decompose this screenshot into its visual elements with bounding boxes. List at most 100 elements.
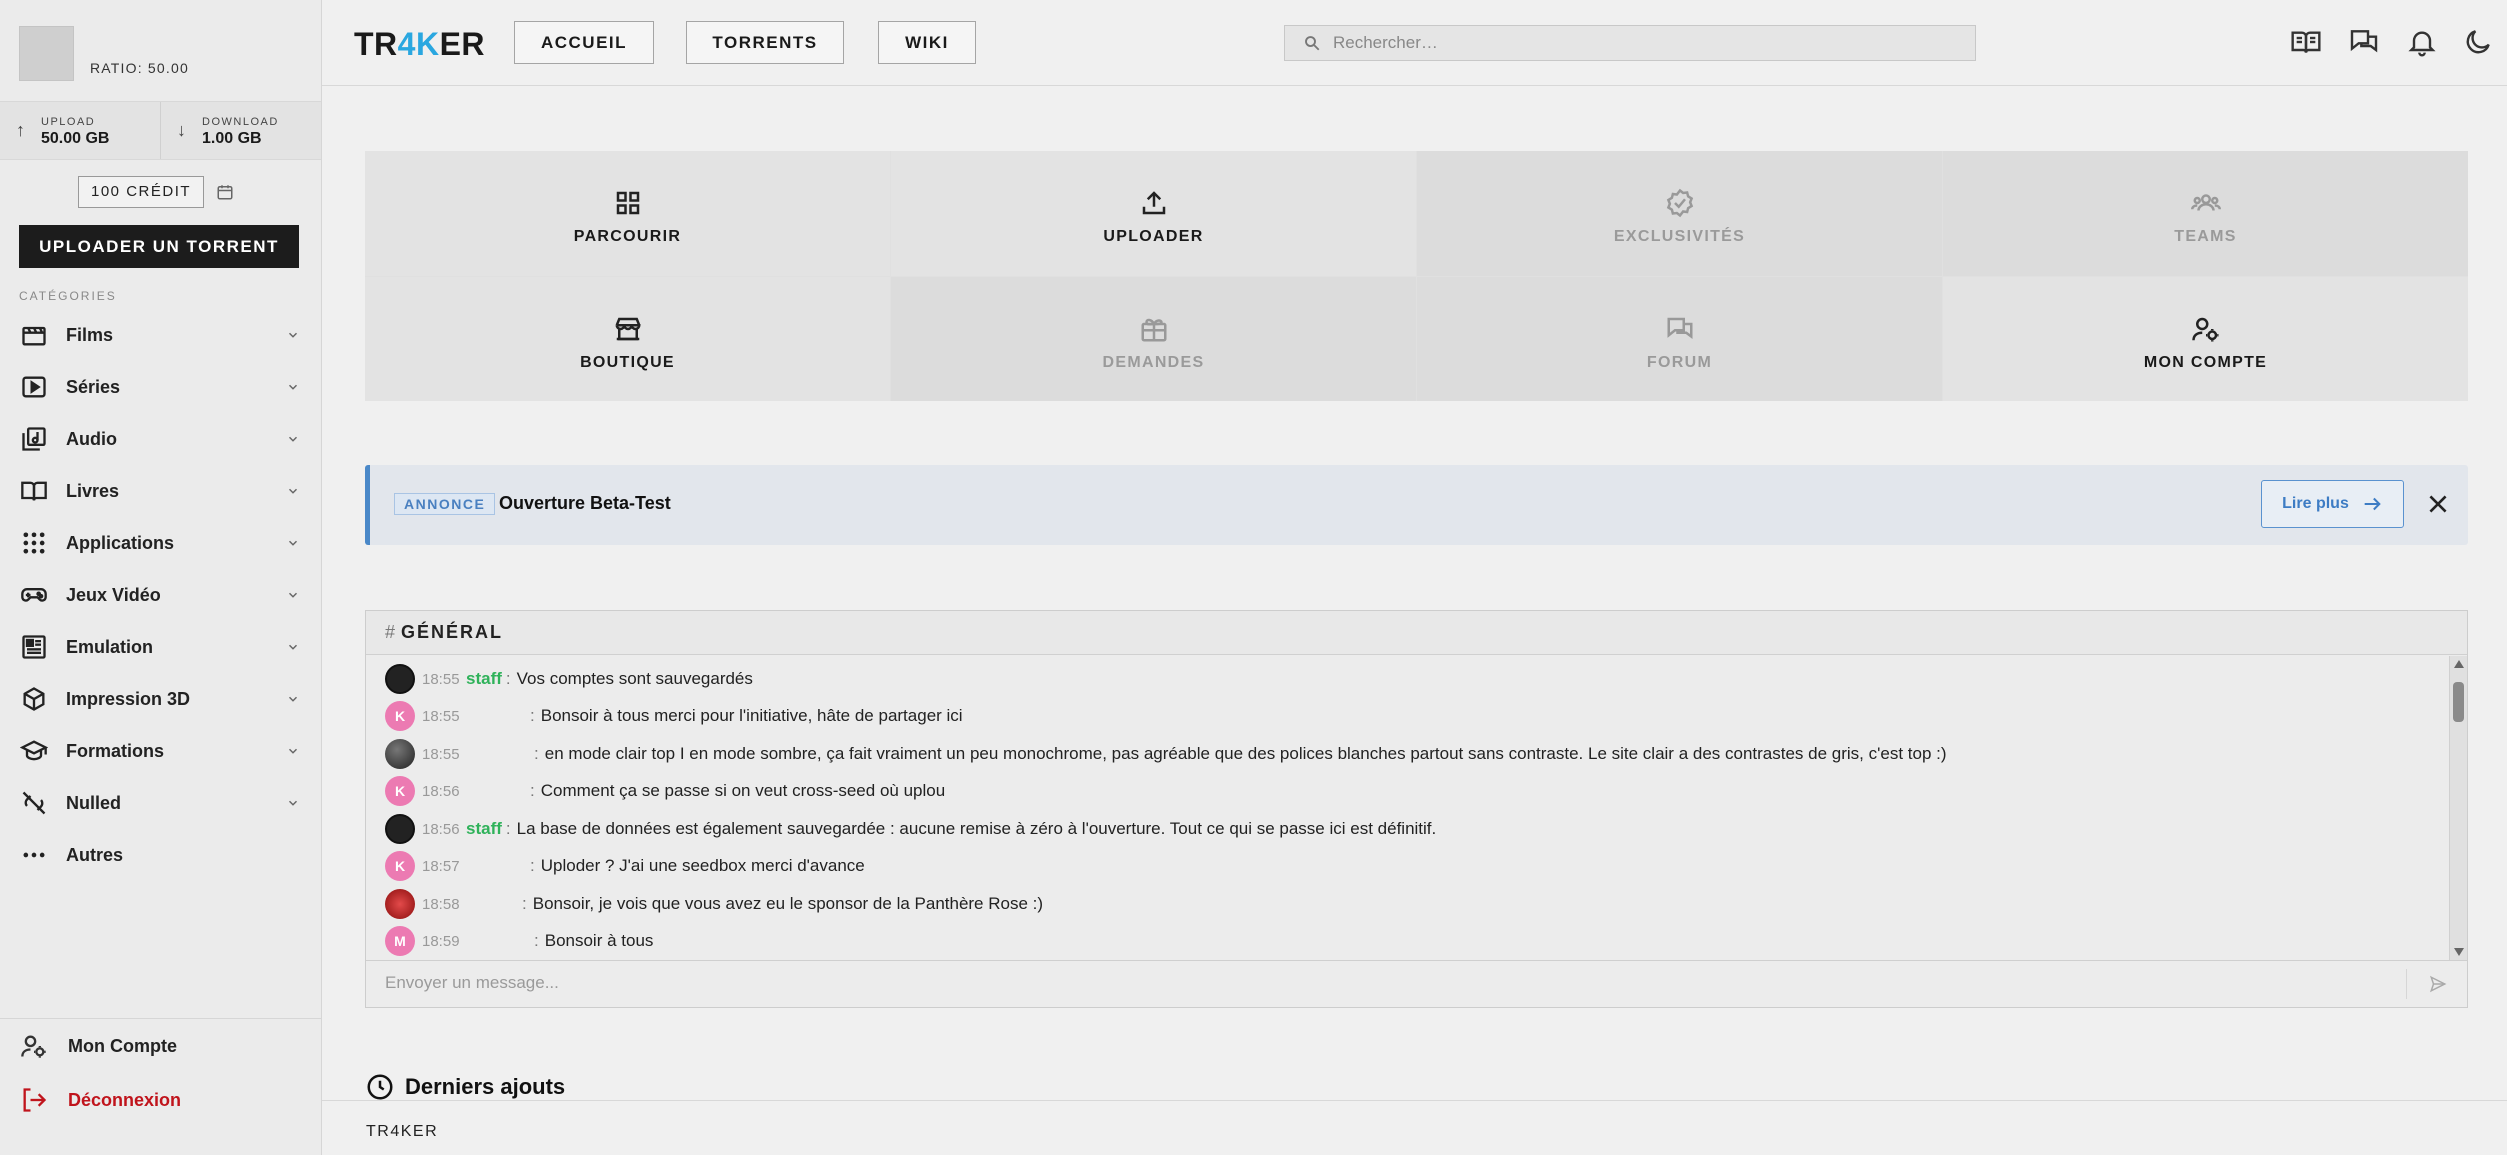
transfer-stats: ↑ UPLOAD 50.00 GB ↓ DOWNLOAD 1.00 GB [0,102,321,160]
forum-icon [1667,317,1692,339]
tile-uploader[interactable]: UPLOADER [891,151,1416,276]
chevron-down-icon[interactable] [286,692,300,706]
scroll-down-icon[interactable] [2454,948,2464,956]
tile-label: FORUM [1646,353,1713,371]
user-avatar[interactable]: K [385,701,415,731]
account-link[interactable]: Mon Compte [0,1019,322,1073]
logo-part: TR [354,26,398,62]
category-livres[interactable]: Livres [0,465,322,517]
message-separator: : [505,669,511,688]
chat-scrollbar[interactable] [2449,656,2467,960]
chevron-down-icon[interactable] [286,744,300,758]
message-time: 18:55 [422,707,460,725]
chat-message: 18:55 staff : Vos comptes sont sauvegard… [385,664,753,694]
credit-button[interactable]: 100 CRÉDIT [78,176,205,208]
category-autres[interactable]: Autres [0,829,322,881]
tile-teams[interactable]: TEAMS [1943,151,2468,276]
sidebar-bottom: Mon Compte Déconnexion [0,1018,322,1127]
send-icon[interactable] [2429,975,2447,993]
badge-check-icon [1666,188,1693,218]
tile-forum[interactable]: FORUM [1417,276,1942,401]
account-label: Mon Compte [68,1035,177,1056]
cube-icon [23,687,45,711]
logout-link[interactable]: Déconnexion [0,1073,322,1127]
user-gear-icon [2191,317,2218,342]
tile-label: PARCOURIR [573,228,682,246]
gift-icon [1141,318,1166,342]
tile-label: TEAMS [2174,228,2237,246]
grid-dots-icon [23,532,45,554]
category-formations[interactable]: Formations [0,725,322,777]
tile-parcourir[interactable]: PARCOURIR [365,151,890,276]
scroll-up-icon[interactable] [2454,660,2464,668]
tile-mon-compte[interactable]: MON COMPTE [1943,276,2468,401]
chat-message: M 18:59 : Bonsoir à tous [385,926,653,956]
user-avatar[interactable]: K [385,776,415,806]
bell-icon[interactable] [2406,26,2438,58]
category-audio[interactable]: Audio [0,413,322,465]
message-time: 18:58 [422,895,460,913]
calendar-icon[interactable] [216,183,234,201]
site-logo[interactable]: TR4KER [354,26,485,63]
user-avatar[interactable]: K [385,851,415,881]
footer-brand: TR4KER [366,1123,439,1140]
nav-torrents[interactable]: TORRENTS [686,21,844,64]
grid-icon [616,192,639,215]
category-label: Applications [66,532,175,553]
chevron-down-icon[interactable] [286,432,300,446]
message-text: Uploder ? J'ai une seedbox merci d'avanc… [540,856,865,875]
chevron-down-icon[interactable] [286,380,300,394]
upload-torrent-button[interactable]: UPLOADER UN TORRENT [19,225,299,268]
category-applications[interactable]: Applications [0,517,322,569]
moon-icon[interactable] [2462,26,2494,58]
nav-wiki[interactable]: WIKI [878,21,976,64]
user-avatar[interactable] [385,739,415,769]
read-more-button[interactable]: Lire plus [2261,480,2404,528]
upload-value: 50.00 GB [41,130,110,147]
download-label: DOWNLOAD [202,116,279,128]
category-jeux-video[interactable]: Jeux Vidéo [0,569,322,621]
tile-boutique[interactable]: BOUTIQUE [365,276,890,401]
scroll-thumb[interactable] [2453,682,2464,722]
chevron-down-icon[interactable] [286,588,300,602]
tile-demandes[interactable]: DEMANDES [891,276,1416,401]
tile-label: EXCLUSIVITÉS [1613,228,1746,246]
user-avatar[interactable] [385,664,415,694]
message-separator: : [530,856,535,875]
store-icon [615,317,641,340]
category-impression-3d[interactable]: Impression 3D [0,673,322,725]
category-films[interactable]: Films [0,309,322,361]
download-stat: ↓ DOWNLOAD 1.00 GB [160,102,321,159]
chevron-down-icon[interactable] [286,536,300,550]
tile-exclusivites[interactable]: EXCLUSIVITÉS [1417,151,1942,276]
chevron-down-icon[interactable] [286,328,300,342]
search-input[interactable] [1333,33,1933,53]
category-emulation[interactable]: Emulation [0,621,322,673]
download-value: 1.00 GB [202,130,262,147]
message-user[interactable]: staff [466,819,502,839]
nav-accueil[interactable]: ACCUEIL [514,21,654,64]
wiki-book-icon[interactable] [2290,26,2322,58]
message-separator: : [534,744,539,763]
avatar[interactable] [19,26,74,81]
user-avatar[interactable] [385,814,415,844]
messages-icon[interactable] [2348,26,2380,58]
chevron-down-icon[interactable] [286,484,300,498]
credit-row: 100 CRÉDIT [78,176,234,208]
user-avatar[interactable]: M [385,926,415,956]
category-nulled[interactable]: Nulled [0,777,322,829]
close-icon[interactable] [2425,491,2451,517]
chevron-down-icon[interactable] [286,796,300,810]
search-box[interactable] [1284,25,1976,61]
message-text: Vos comptes sont sauvegardés [516,669,753,688]
chat-message: 18:58 : Bonsoir, je vois que vous avez e… [385,889,1043,919]
user-avatar[interactable] [385,889,415,919]
ratio-text: RATIO: 50.00 [90,60,189,76]
message-user[interactable]: staff [466,669,502,689]
category-series[interactable]: Séries [0,361,322,413]
chevron-down-icon[interactable] [286,640,300,654]
send-divider [2406,969,2407,999]
message-time: 18:56 [422,820,460,838]
message-time: 18:55 [422,670,460,688]
chat-message-input[interactable] [385,973,2365,993]
